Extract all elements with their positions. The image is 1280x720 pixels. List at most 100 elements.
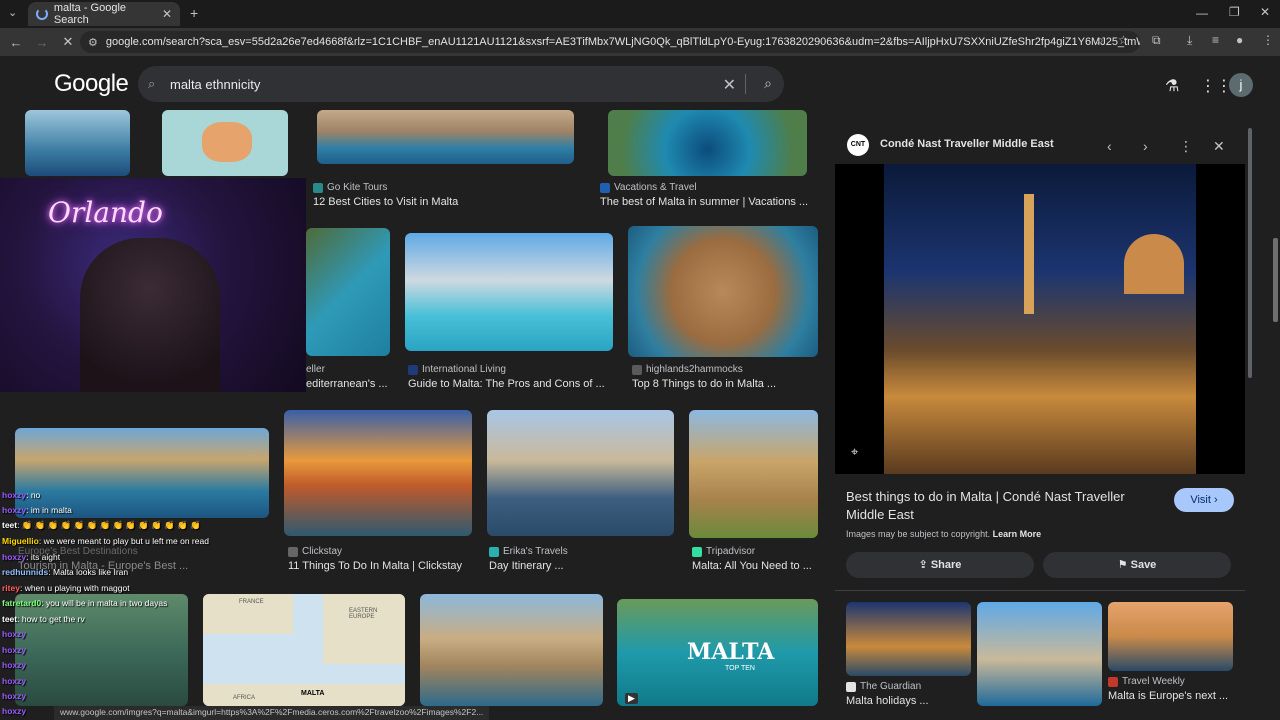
favicon-icon: [846, 681, 856, 692]
related-title[interactable]: Malta is Europe's next ...: [1108, 690, 1233, 702]
extensions-icon[interactable]: ⧉: [1152, 33, 1161, 48]
page-scrollbar[interactable]: [1273, 238, 1278, 322]
tab-strip: ⌄ malta - Google Search ✕ + — ❐ ✕: [0, 0, 1280, 28]
result-title[interactable]: 12 Best Cities to Visit in Malta: [313, 196, 593, 208]
tab-close-icon[interactable]: ✕: [162, 7, 172, 21]
image-result[interactable]: [25, 110, 130, 176]
overlay-subtitle: TOP TEN: [725, 665, 755, 672]
result-source[interactable]: Clickstay: [288, 546, 342, 557]
result-source[interactable]: Go Kite Tours: [313, 182, 387, 193]
image-result[interactable]: [608, 110, 807, 176]
new-tab-icon[interactable]: +: [190, 5, 198, 21]
tab-search-icon[interactable]: ⌄: [8, 6, 17, 19]
result-title[interactable]: Day Itinerary ...: [489, 560, 679, 572]
bookmark-star-icon[interactable]: ☆: [1118, 33, 1129, 47]
labs-flask-icon[interactable]: ⚗: [1165, 76, 1179, 96]
image-result[interactable]: [162, 110, 288, 176]
window-close-icon[interactable]: ✕: [1260, 5, 1270, 19]
video-image-result[interactable]: MALTA TOP TEN ▶: [617, 599, 818, 706]
chat-line: redhunnids: Malta looks like Iran: [2, 567, 129, 577]
chat-line: hoxzy: [2, 706, 27, 716]
neon-sign: Orlando: [48, 196, 163, 229]
download-icon[interactable]: ⤓: [1187, 33, 1192, 48]
webcam-overlay: Orlando: [0, 178, 306, 392]
chat-line: teet: how to get the rv: [2, 614, 85, 624]
search-input[interactable]: [170, 76, 700, 92]
related-source[interactable]: The Guardian: [846, 681, 921, 692]
clear-icon[interactable]: ✕: [723, 75, 736, 95]
avatar[interactable]: j: [1229, 73, 1253, 97]
profile-icon[interactable]: ●: [1236, 33, 1243, 47]
save-button[interactable]: ⚑ Save: [1043, 552, 1231, 578]
panel-source-name[interactable]: Condé Nast Traveller Middle East: [880, 138, 1054, 150]
next-image-icon[interactable]: ›: [1143, 138, 1148, 154]
image-result[interactable]: [284, 410, 472, 536]
close-panel-icon[interactable]: ✕: [1213, 138, 1225, 155]
result-title[interactable]: The best of Malta in summer | Vacations …: [600, 196, 810, 208]
image-result[interactable]: [306, 228, 390, 356]
image-result[interactable]: [15, 594, 188, 706]
minimize-icon[interactable]: —: [1196, 6, 1208, 20]
favicon-icon: [692, 546, 702, 557]
site-info-icon[interactable]: ⚙: [88, 36, 98, 49]
bookmark-icon: ⚑: [1117, 559, 1128, 571]
result-source[interactable]: Vacations & Travel: [600, 182, 697, 193]
favicon-icon: [489, 546, 499, 557]
map-image-result[interactable]: FRANCE EASTERN EUROPE AFRICA MALTA: [203, 594, 405, 706]
tab-active[interactable]: malta - Google Search ✕: [28, 2, 180, 26]
restore-icon[interactable]: ❐: [1229, 5, 1240, 19]
image-result[interactable]: [317, 110, 574, 164]
panel-scrollbar[interactable]: [1248, 128, 1252, 378]
result-source[interactable]: Tripadvisor: [692, 546, 755, 557]
favicon-icon: [1108, 676, 1118, 687]
more-options-icon[interactable]: ⋮: [1179, 138, 1193, 155]
chat-line: teet: 👏 👏 👏 👏 👏 👏 👏 👏 👏 👏 👏 👏 👏 👏: [2, 520, 201, 530]
related-source[interactable]: Travel Weekly: [1108, 676, 1185, 687]
reading-list-icon[interactable]: ≡: [1212, 33, 1219, 47]
related-image[interactable]: [1108, 602, 1233, 671]
result-source[interactable]: eller: [306, 364, 325, 375]
forward-icon[interactable]: →: [32, 35, 52, 50]
search-box[interactable]: ⌕ ✕ ⌕: [138, 66, 784, 102]
search-button-icon[interactable]: ⌕: [764, 75, 772, 92]
source-favicon-icon[interactable]: CNT: [847, 134, 869, 156]
google-logo[interactable]: Google: [54, 70, 129, 98]
visit-button[interactable]: Visit ›: [1174, 488, 1234, 512]
related-title[interactable]: Malta holidays ...: [846, 695, 971, 707]
back-icon[interactable]: ←: [6, 35, 26, 50]
panel-main-image[interactable]: ⌖: [835, 164, 1245, 474]
prev-image-icon[interactable]: ‹: [1107, 138, 1112, 154]
chat-line: hoxzy: [2, 660, 27, 670]
learn-more-link[interactable]: Learn More: [993, 529, 1042, 539]
apps-grid-icon[interactable]: ⋮⋮: [1200, 76, 1232, 96]
share-button[interactable]: ⇪ Share: [846, 552, 1034, 578]
related-image[interactable]: [846, 602, 971, 676]
result-source[interactable]: Erika's Travels: [489, 546, 568, 557]
related-image[interactable]: [977, 602, 1102, 706]
result-title[interactable]: Malta: All You Need to ...: [692, 560, 822, 572]
browser-menu-icon[interactable]: ⋮: [1262, 33, 1274, 47]
image-result[interactable]: [487, 410, 674, 536]
streamer-figure: [80, 238, 220, 392]
chat-line: hoxzy: no: [2, 490, 41, 500]
overlay-title: MALTA: [687, 639, 775, 665]
panel-title[interactable]: Best things to do in Malta | Condé Nast …: [846, 488, 1166, 524]
map-label: MALTA: [301, 690, 325, 697]
image-result[interactable]: [405, 233, 613, 351]
image-result[interactable]: [420, 594, 603, 706]
favicon-icon: [313, 182, 323, 193]
panel-header: CNT Condé Nast Traveller Middle East ‹ ›…: [835, 130, 1245, 160]
chat-line: ritey: when u playing with maggot: [2, 583, 130, 593]
result-title[interactable]: Top 8 Things to do in Malta ...: [632, 378, 822, 390]
result-source[interactable]: International Living: [408, 364, 506, 375]
lens-search-icon[interactable]: ⌖: [851, 444, 858, 460]
image-result[interactable]: [689, 410, 818, 538]
result-title[interactable]: Guide to Malta: The Pros and Cons of ...: [408, 378, 618, 390]
address-bar[interactable]: ⚙ google.com/search?sca_esv=55d2a26e7ed4…: [80, 31, 1140, 53]
stop-icon[interactable]: ✕: [58, 34, 78, 50]
result-title[interactable]: editerranean's ...: [306, 378, 390, 390]
image-result[interactable]: [628, 226, 818, 357]
result-title[interactable]: 11 Things To Do In Malta | Clickstay: [288, 560, 478, 572]
result-source[interactable]: highlands2hammocks: [632, 364, 743, 375]
zoom-icon[interactable]: ⌕: [1097, 33, 1104, 48]
